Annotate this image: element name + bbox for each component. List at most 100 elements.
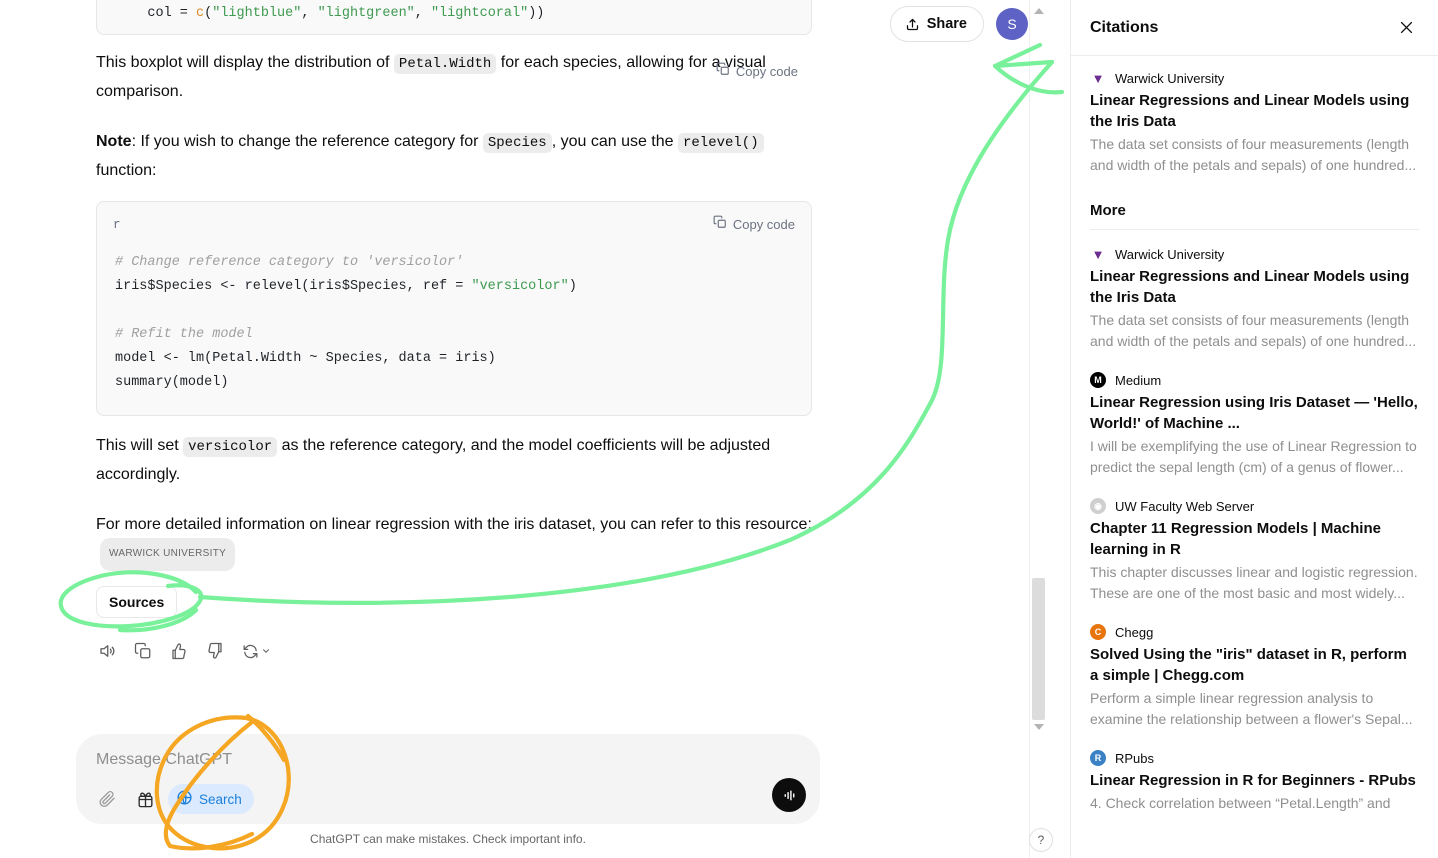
chevron-down-icon: [262, 649, 269, 653]
code-content: # Change reference category to 'versicol…: [97, 245, 811, 415]
paragraph-reference-category: This will set versicolor as the referenc…: [96, 432, 812, 489]
paragraph-text: : If you wish to change the reference ca…: [131, 133, 483, 150]
composer-area: Message ChatGPT Search ChatGPT can make …: [76, 734, 820, 846]
sources-label: Sources: [109, 594, 165, 610]
citation-source-name: Warwick University: [1115, 70, 1225, 86]
share-icon: [905, 17, 920, 32]
copy-icon: [716, 58, 730, 86]
share-label: Share: [926, 16, 967, 32]
citation-title[interactable]: Solved Using the "iris" dataset in R, pe…: [1090, 644, 1419, 686]
close-icon[interactable]: [1394, 16, 1418, 40]
copy-code-button-top[interactable]: Copy code: [716, 58, 798, 86]
citation-list-item[interactable]: ◉ UW Faculty Web Server Chapter 11 Regre…: [1090, 498, 1419, 604]
share-button[interactable]: Share: [889, 6, 984, 42]
citation-source: ▼ Warwick University: [1090, 246, 1419, 262]
code-line-2b: ): [568, 279, 577, 294]
note-label: Note: [96, 133, 132, 150]
help-label: ?: [1037, 833, 1045, 847]
divider: [1090, 229, 1419, 230]
citation-list-item[interactable]: ▼ Warwick University Linear Regressions …: [1090, 246, 1419, 352]
citation-chip-warwick[interactable]: WARWICK UNIVERSITY: [100, 538, 236, 571]
thumbs-up-icon[interactable]: [168, 640, 190, 662]
citation-title[interactable]: Chapter 11 Regression Models | Machine l…: [1090, 518, 1419, 560]
citation-title[interactable]: Linear Regressions and Linear Models usi…: [1090, 90, 1419, 132]
search-toggle-button[interactable]: Search: [168, 784, 254, 814]
code-comment-2: # Refit the model: [115, 327, 253, 342]
inline-code-species: Species: [482, 133, 552, 153]
code-line-5: summary(model): [115, 375, 229, 390]
citation-list-item[interactable]: M Medium Linear Regression using Iris Da…: [1090, 372, 1419, 478]
inline-code-petal-width: Petal.Width: [393, 54, 497, 74]
uw-icon: ◉: [1090, 498, 1106, 514]
citation-description: This chapter discusses linear and logist…: [1090, 564, 1418, 601]
medium-icon: M: [1090, 372, 1106, 388]
citation-description: The data set consists of four measuremen…: [1090, 312, 1417, 349]
citations-header: Citations: [1071, 0, 1438, 56]
citation-source-name: Warwick University: [1115, 246, 1225, 262]
paragraph-text: This boxplot will display the distributi…: [96, 54, 394, 71]
warwick-icon: ▼: [1091, 70, 1105, 86]
sources-button[interactable]: Sources: [96, 586, 178, 618]
search-label: Search: [199, 791, 242, 807]
paragraph-boxplot: This boxplot will display the distributi…: [96, 49, 812, 106]
paragraph-text: function:: [96, 162, 157, 179]
code-line-2a: iris$Species <- relevel(iris$Species, re…: [115, 279, 472, 294]
avatar[interactable]: S: [996, 8, 1028, 40]
citation-list-item[interactable]: C Chegg Solved Using the "iris" dataset …: [1090, 624, 1419, 730]
thumbs-down-icon[interactable]: [204, 640, 226, 662]
composer-tools: Search: [92, 784, 254, 814]
paragraph-note: Note: If you wish to change the referenc…: [96, 128, 812, 185]
citation-source: R RPubs: [1090, 750, 1419, 766]
copy-icon: [713, 211, 727, 239]
citation-source: M Medium: [1090, 372, 1419, 388]
citation-title[interactable]: Linear Regression in R for Beginners - R…: [1090, 770, 1419, 791]
citations-body: ▼ Warwick University Linear Regressions …: [1071, 56, 1438, 814]
code-line-2-string: "versicolor": [471, 279, 569, 294]
citation-description: 4. Check correlation between “Petal.Leng…: [1090, 795, 1391, 811]
citation-list-item[interactable]: R RPubs Linear Regression in R for Begin…: [1090, 750, 1419, 814]
warwick-icon: ▼: [1091, 246, 1105, 262]
scrollbar-thumb[interactable]: [1032, 578, 1045, 720]
citation-title[interactable]: Linear Regression using Iris Dataset — '…: [1090, 392, 1419, 434]
waveform-icon: [784, 790, 794, 800]
copy-code-button[interactable]: Copy code: [713, 211, 795, 239]
chat-scrollbar[interactable]: [1029, 0, 1046, 858]
copy-code-label: Copy code: [732, 217, 795, 232]
chat-pane: Share S col = c("lightblue", "lightgreen…: [0, 0, 1046, 858]
attach-file-icon[interactable]: [92, 784, 122, 814]
citation-description: I will be exemplifying the use of Linear…: [1090, 438, 1417, 475]
copy-icon[interactable]: [132, 640, 154, 662]
paragraph-text: This will set: [96, 437, 184, 454]
message-input[interactable]: Message ChatGPT: [96, 748, 804, 772]
regenerate-icon[interactable]: [240, 640, 272, 662]
read-aloud-icon[interactable]: [96, 640, 118, 662]
message-actions: [96, 640, 812, 662]
scroll-up-arrow[interactable]: [1030, 2, 1046, 19]
citation-primary[interactable]: ▼ Warwick University Linear Regressions …: [1090, 70, 1419, 176]
help-button[interactable]: ?: [1029, 828, 1053, 852]
citations-more-heading: More: [1090, 202, 1126, 219]
globe-icon: [176, 789, 193, 809]
top-controls: Share S: [889, 6, 1028, 42]
citation-source: C Chegg: [1090, 624, 1419, 640]
citation-source-name: Chegg: [1115, 624, 1154, 640]
code-block-relevel: r Copy code # Change reference category …: [96, 201, 812, 416]
citation-description: Perform a simple linear regression analy…: [1090, 690, 1413, 727]
composer[interactable]: Message ChatGPT Search: [76, 734, 820, 824]
code-top-content: col = c("lightblue", "lightgreen", "ligh…: [115, 6, 545, 21]
tools-icon[interactable]: [130, 784, 160, 814]
disclaimer-text: ChatGPT can make mistakes. Check importa…: [310, 832, 586, 846]
citation-source: ▼ Warwick University: [1090, 70, 1419, 86]
paragraph-resource: For more detailed information on linear …: [96, 511, 812, 572]
code-language-label: r: [113, 218, 121, 232]
inline-code-relevel: relevel(): [678, 133, 764, 153]
citation-title[interactable]: Linear Regressions and Linear Models usi…: [1090, 266, 1419, 308]
scroll-down-arrow[interactable]: [1030, 718, 1046, 735]
code-block-top: col = c("lightblue", "lightgreen", "ligh…: [96, 0, 812, 35]
inline-code-versicolor: versicolor: [183, 437, 278, 457]
code-line-4: model <- lm(Petal.Width ~ Species, data …: [115, 351, 496, 366]
copy-code-label: Copy code: [735, 64, 798, 79]
voice-mode-button[interactable]: [772, 778, 806, 812]
paragraph-text: For more detailed information on linear …: [96, 516, 812, 533]
chegg-icon: C: [1090, 624, 1106, 640]
